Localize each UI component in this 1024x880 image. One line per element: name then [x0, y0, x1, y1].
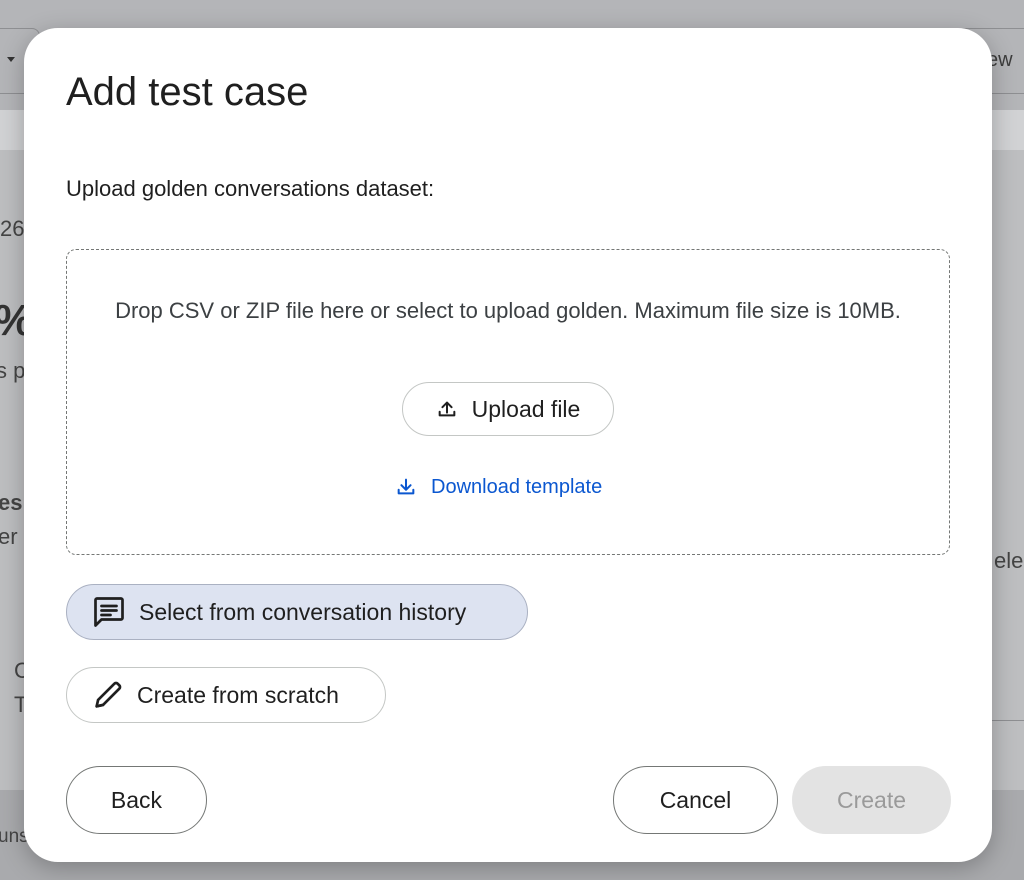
back-label: Back	[110, 786, 163, 813]
create-button[interactable]: Create	[792, 766, 951, 834]
dropzone-instructions: Drop CSV or ZIP file here or select to u…	[115, 298, 901, 323]
chat-message-icon	[91, 594, 127, 630]
caret-down-icon	[7, 57, 15, 62]
create-from-scratch-button[interactable]: Create from scratch	[66, 667, 386, 723]
upload-icon	[436, 398, 458, 420]
file-dropzone[interactable]: Drop CSV or ZIP file here or select to u…	[66, 249, 950, 555]
download-template-link[interactable]: Download template	[395, 472, 602, 502]
dialog-subtitle: Upload golden conversations dataset:	[66, 176, 435, 201]
upload-file-button[interactable]: Upload file	[402, 382, 614, 436]
cancel-label: Cancel	[659, 786, 732, 813]
background-text: er	[0, 524, 18, 549]
background-text: es	[0, 490, 23, 515]
download-icon	[395, 476, 417, 498]
pencil-icon	[91, 678, 125, 712]
select-from-history-label: Select from conversation history	[139, 598, 467, 625]
create-from-scratch-label: Create from scratch	[137, 681, 339, 708]
back-button[interactable]: Back	[66, 766, 207, 834]
background-divider	[990, 720, 1024, 721]
cancel-button[interactable]: Cancel	[613, 766, 778, 834]
create-label: Create	[836, 786, 907, 813]
add-test-case-dialog: Add test case Upload golden conversation…	[24, 28, 992, 862]
download-template-label: Download template	[431, 475, 603, 498]
dialog-title: Add test case	[66, 70, 309, 114]
select-from-history-button[interactable]: Select from conversation history	[66, 584, 528, 640]
background-text: s p	[0, 358, 26, 383]
background-text: 26	[0, 216, 25, 241]
background-text: ele	[994, 548, 1024, 573]
upload-file-label: Upload file	[471, 395, 581, 422]
